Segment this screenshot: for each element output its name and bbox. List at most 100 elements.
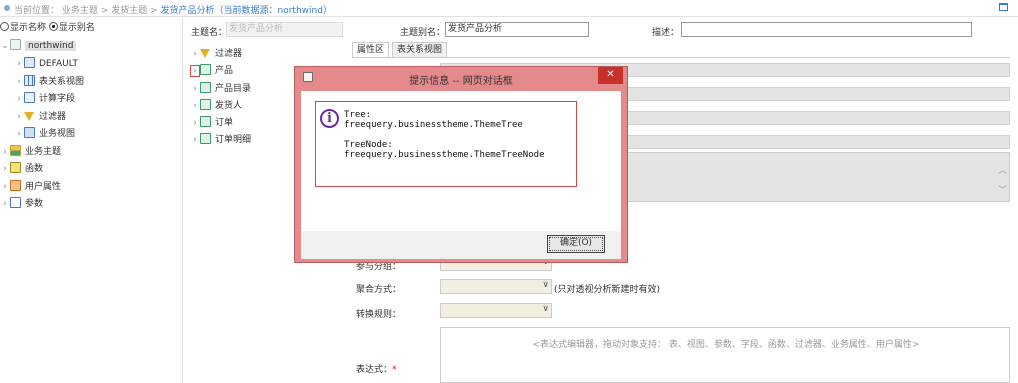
- show-name-label: 显示名称: [10, 23, 47, 33]
- breadcrumb-sep: >: [100, 6, 109, 16]
- left-tree-panel: 显示名称 显示别名 ⌄ northwind › DEFAULT › 表关系视图 › 计算…: [0, 18, 183, 383]
- dimension-icon: [200, 82, 211, 93]
- tab-properties[interactable]: 属性区: [352, 42, 390, 58]
- breadcrumb-item[interactable]: 业务主题: [62, 6, 98, 16]
- tree-node-function[interactable]: › 函数: [0, 161, 43, 177]
- breadcrumb-prefix: 当前位置：: [14, 6, 60, 16]
- location-dot-icon: [4, 5, 10, 11]
- tree-node-label: 用户属性: [25, 182, 62, 192]
- aggregation-select[interactable]: ∨: [440, 279, 552, 294]
- mid-node-filter[interactable]: › 过滤器: [190, 46, 242, 62]
- tree-node-filter[interactable]: › 过滤器: [14, 109, 66, 125]
- mid-node-order[interactable]: › 订单: [190, 115, 233, 131]
- tree-node-northwind[interactable]: ⌄ northwind: [0, 38, 77, 54]
- chevron-right-icon[interactable]: ›: [190, 65, 200, 77]
- param-icon: [10, 197, 21, 208]
- tab-divider: [352, 57, 1010, 58]
- chevron-right-icon[interactable]: ›: [14, 109, 24, 125]
- convert-rule-select[interactable]: ∨: [440, 303, 552, 318]
- breadcrumb-sep: >: [150, 6, 158, 16]
- chevron-right-icon[interactable]: ›: [14, 74, 24, 90]
- scroll-down-icon[interactable]: ﹀: [998, 183, 1007, 196]
- maximize-icon[interactable]: [999, 3, 1008, 11]
- chevron-right-icon[interactable]: ›: [0, 196, 10, 212]
- dimension-icon: [200, 64, 211, 75]
- mid-node-product-catalog[interactable]: › 产品目录: [190, 81, 251, 97]
- tree-node-label: 发货人: [215, 101, 243, 111]
- tree-node-label: 业务主题: [25, 147, 62, 157]
- breadcrumb-item[interactable]: 发货主题: [111, 6, 147, 16]
- mid-node-shipper[interactable]: › 发货人: [190, 98, 242, 114]
- theme-alias-label: 主题别名：: [400, 28, 446, 38]
- tree-node-label: 过滤器: [215, 49, 243, 59]
- tree-node-business-view[interactable]: › 业务视图: [14, 126, 75, 142]
- calc-field-icon: [24, 92, 35, 103]
- expression-editor[interactable]: <表达式编辑器，拖动对象支持： 表、视图、参数、字段、函数、过滤器、业务属性、用…: [440, 327, 1010, 383]
- tree-node-default[interactable]: › DEFAULT: [14, 56, 78, 72]
- aggregation-label: 聚合方式：: [356, 285, 402, 295]
- chevron-right-icon[interactable]: ›: [190, 81, 200, 97]
- theme-alias-field[interactable]: 发货产品分析: [445, 22, 589, 37]
- ok-button[interactable]: 确定(O): [547, 235, 605, 253]
- dimension-icon: [200, 116, 211, 127]
- dialog-footer: 确定(O): [301, 231, 621, 259]
- show-alias-radio[interactable]: [48, 22, 58, 31]
- tree-node-label: 表关系视图: [39, 77, 85, 87]
- required-mark: *: [392, 365, 397, 375]
- chevron-right-icon[interactable]: ›: [190, 98, 200, 114]
- tree-node-label: DEFAULT: [39, 59, 78, 69]
- scroll-up-icon[interactable]: ︿: [998, 163, 1007, 176]
- message-box: i Tree: freequery.businesstheme.ThemeTre…: [315, 101, 577, 187]
- chevron-right-icon[interactable]: ›: [0, 179, 10, 195]
- message-dialog: 提示信息 -- 网页对话框 ✕ i Tree: freequery.busine…: [294, 66, 628, 263]
- dialog-title: 提示信息 -- 网页对话框: [409, 76, 513, 87]
- expression-label: 表达式：*: [356, 365, 397, 375]
- dialog-body: i Tree: freequery.businesstheme.ThemeTre…: [301, 91, 621, 231]
- chevron-down-icon: ∨: [542, 304, 549, 314]
- chevron-right-icon[interactable]: ›: [14, 91, 24, 107]
- mid-node-order-detail[interactable]: › 订单明细: [190, 132, 251, 148]
- dialog-message: Tree: freequery.businesstheme.ThemeTree …: [344, 110, 545, 160]
- table-icon: [24, 57, 35, 68]
- tree-node-label: northwind: [25, 41, 77, 51]
- description-field[interactable]: [681, 22, 972, 37]
- database-icon: [10, 39, 21, 50]
- tree-node-relation-view[interactable]: › 表关系视图: [14, 74, 84, 90]
- tree-node-calc-field[interactable]: › 计算字段: [14, 91, 75, 107]
- tree-node-user-property[interactable]: › 用户属性: [0, 179, 61, 195]
- chevron-right-icon[interactable]: ›: [190, 132, 200, 148]
- info-icon: i: [320, 109, 339, 128]
- relation-icon: [24, 75, 35, 86]
- tree-node-label: 参数: [25, 199, 44, 209]
- close-button[interactable]: ✕: [598, 67, 623, 84]
- view-icon: [24, 127, 35, 138]
- user-prop-icon: [10, 180, 21, 191]
- chevron-right-icon[interactable]: ›: [190, 46, 200, 62]
- tree-node-param[interactable]: › 参数: [0, 196, 43, 212]
- filter-icon: [200, 49, 210, 58]
- chevron-right-icon[interactable]: ›: [0, 144, 10, 160]
- function-icon: [10, 162, 21, 173]
- tree-node-business-theme[interactable]: › 业务主题: [0, 144, 61, 160]
- tree-node-label: 产品: [215, 66, 234, 76]
- theme-icon: [10, 145, 21, 156]
- breadcrumb-bar: 当前位置： 业务主题 > 发货主题 > 发货产品分析（当前数据源：northwi…: [0, 0, 1018, 17]
- chevron-down-icon[interactable]: ⌄: [0, 38, 10, 54]
- tab-relation-view[interactable]: 表关系视图: [392, 42, 448, 58]
- mid-node-product[interactable]: › 产品: [190, 63, 233, 79]
- convert-rule-label: 转换规则：: [356, 310, 402, 320]
- tree-node-label: 过滤器: [39, 112, 67, 122]
- tree-node-label: 计算字段: [39, 94, 76, 104]
- show-name-radio[interactable]: [0, 22, 9, 31]
- chevron-right-icon[interactable]: ›: [190, 115, 200, 131]
- dimension-icon: [200, 99, 211, 110]
- expression-hint: <表达式编辑器，拖动对象支持： 表、视图、参数、字段、函数、过滤器、业务属性、用…: [532, 340, 920, 350]
- show-alias-label: 显示别名: [58, 23, 95, 33]
- chevron-right-icon[interactable]: ›: [14, 126, 24, 142]
- filter-icon: [24, 112, 34, 121]
- chevron-right-icon[interactable]: ›: [14, 56, 24, 72]
- dimension-icon: [200, 133, 211, 144]
- chevron-down-icon: ∨: [542, 280, 549, 290]
- chevron-right-icon[interactable]: ›: [0, 161, 10, 177]
- dialog-titlebar[interactable]: 提示信息 -- 网页对话框 ✕: [295, 67, 627, 89]
